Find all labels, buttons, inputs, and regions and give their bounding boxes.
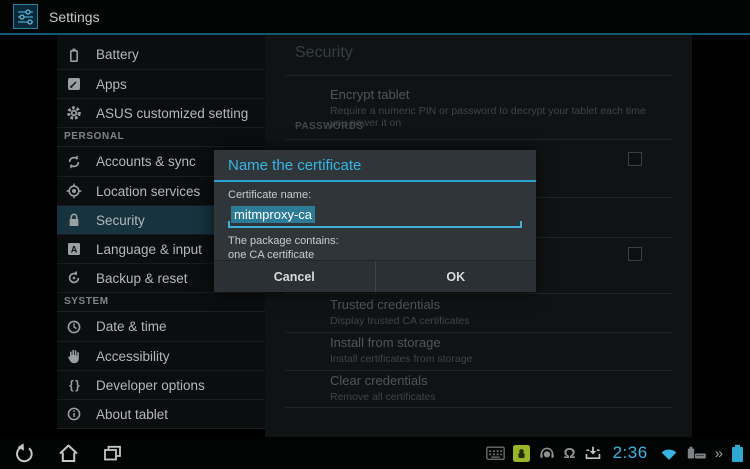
- wifi-icon: [659, 446, 679, 461]
- dialog-body: Certificate name: mitmproxy-ca The packa…: [214, 182, 536, 262]
- sidebar-item-label: Location services: [96, 184, 200, 199]
- package-contains-label: The package contains:: [228, 234, 522, 248]
- gear-icon: [65, 104, 83, 122]
- info-icon: [65, 405, 83, 423]
- sidebar-bottom-divider: [57, 428, 265, 429]
- row-title: Clear credentials: [330, 373, 662, 388]
- sidebar-item-date-time[interactable]: Date & time: [57, 312, 265, 341]
- sidebar-item-label: Security: [96, 213, 145, 228]
- headphones-icon: Ω: [564, 446, 576, 461]
- clock-icon: [65, 318, 83, 336]
- name-certificate-dialog: Name the certificate Certificate name: m…: [214, 150, 536, 292]
- sidebar-item-label: Developer options: [96, 378, 205, 393]
- encrypt-tablet-row[interactable]: Encrypt tablet Require a numeric PIN or …: [330, 87, 662, 129]
- sidebar-item-battery[interactable]: Battery: [57, 40, 265, 69]
- ok-button[interactable]: OK: [375, 261, 537, 292]
- sidebar-item-label: Date & time: [96, 319, 167, 334]
- location-icon: [65, 182, 83, 200]
- sidebar-item-about-tablet[interactable]: About tablet: [57, 399, 265, 428]
- sidebar-item-asus-customized-setting[interactable]: ASUS customized setting: [57, 98, 265, 127]
- divider: [285, 407, 672, 408]
- dock-battery-icon: [687, 445, 707, 461]
- home-button[interactable]: [57, 442, 80, 465]
- system-bar: Ω 2:36 »: [0, 437, 750, 469]
- battery-icon: [65, 46, 83, 64]
- dialog-title: Name the certificate: [214, 150, 536, 180]
- divider: [285, 75, 672, 76]
- divider: [285, 139, 672, 140]
- sidebar-item-label: Accounts & sync: [96, 154, 196, 169]
- unchecked-checkbox[interactable]: [628, 152, 642, 166]
- divider: [285, 370, 672, 371]
- sidebar-item-label: About tablet: [96, 407, 168, 422]
- sidebar-item-label: Battery: [96, 47, 139, 62]
- sidebar-item-label: Backup & reset: [96, 271, 188, 286]
- status-tray[interactable]: Ω 2:36 »: [486, 437, 744, 469]
- row-subtitle: Require a numeric PIN or password to dec…: [330, 105, 662, 129]
- cancel-button[interactable]: Cancel: [214, 261, 375, 292]
- lock-icon: [65, 211, 83, 229]
- sidebar-section-system: SYSTEM: [57, 292, 265, 312]
- divider: [285, 332, 672, 333]
- navigation-buttons: [13, 437, 124, 469]
- action-bar: Settings: [0, 0, 750, 35]
- clear-credentials-row[interactable]: Clear credentials Remove all certificate…: [330, 373, 662, 403]
- install-notification-icon: [584, 445, 602, 461]
- divider: [285, 293, 672, 294]
- keyboard-icon: [486, 446, 505, 461]
- recent-apps-button[interactable]: [101, 442, 124, 465]
- svg-text:A: A: [71, 244, 78, 254]
- row-subtitle: Remove all certificates: [330, 391, 662, 403]
- install-from-storage-row[interactable]: Install from storage Install certificate…: [330, 335, 662, 365]
- sidebar-section-personal: PERSONAL: [57, 127, 265, 147]
- row-title: Install from storage: [330, 335, 662, 350]
- sidebar-item-developer-options[interactable]: { } Developer options: [57, 370, 265, 399]
- row-subtitle: Display trusted CA certificates: [330, 315, 662, 327]
- sidebar-item-accessibility[interactable]: Accessibility: [57, 341, 265, 370]
- settings-app-icon: [13, 4, 38, 29]
- content-title: Security: [295, 44, 353, 62]
- certificate-name-label: Certificate name:: [228, 189, 522, 201]
- trusted-credentials-row[interactable]: Trusted credentials Display trusted CA c…: [330, 297, 662, 327]
- battery-status-icon: [731, 444, 744, 463]
- apps-icon: [65, 75, 83, 93]
- headset-icon: [538, 445, 556, 461]
- package-contains-text: The package contains: one CA certificate: [228, 234, 522, 262]
- passwords-section-header: PASSWORDS: [295, 121, 363, 132]
- sidebar-item-apps[interactable]: Apps: [57, 69, 265, 98]
- certificate-name-value-selected[interactable]: mitmproxy-ca: [231, 206, 315, 223]
- chevrons-icon: »: [715, 446, 723, 461]
- braces-icon: { }: [65, 376, 83, 394]
- clock-time[interactable]: 2:36: [613, 443, 648, 463]
- page-title: Settings: [49, 9, 100, 25]
- sidebar-item-label: Language & input: [96, 242, 202, 257]
- android-screen: Settings Battery Apps ASUS customized se…: [0, 0, 750, 469]
- certificate-name-input[interactable]: mitmproxy-ca: [228, 205, 522, 228]
- usb-debugging-icon: [513, 445, 530, 462]
- sidebar-item-label: Accessibility: [96, 349, 170, 364]
- sidebar-item-label: ASUS customized setting: [96, 106, 248, 121]
- sync-icon: [65, 153, 83, 171]
- dialog-button-bar: Cancel OK: [214, 260, 536, 292]
- row-subtitle: Install certificates from storage: [330, 353, 662, 365]
- hand-icon: [65, 347, 83, 365]
- row-title: Encrypt tablet: [330, 87, 662, 102]
- unchecked-checkbox[interactable]: [628, 247, 642, 261]
- backup-icon: [65, 269, 83, 287]
- language-icon: A: [65, 240, 83, 258]
- sidebar-item-label: Apps: [96, 77, 127, 92]
- back-button[interactable]: [13, 442, 36, 465]
- row-title: Trusted credentials: [330, 297, 662, 312]
